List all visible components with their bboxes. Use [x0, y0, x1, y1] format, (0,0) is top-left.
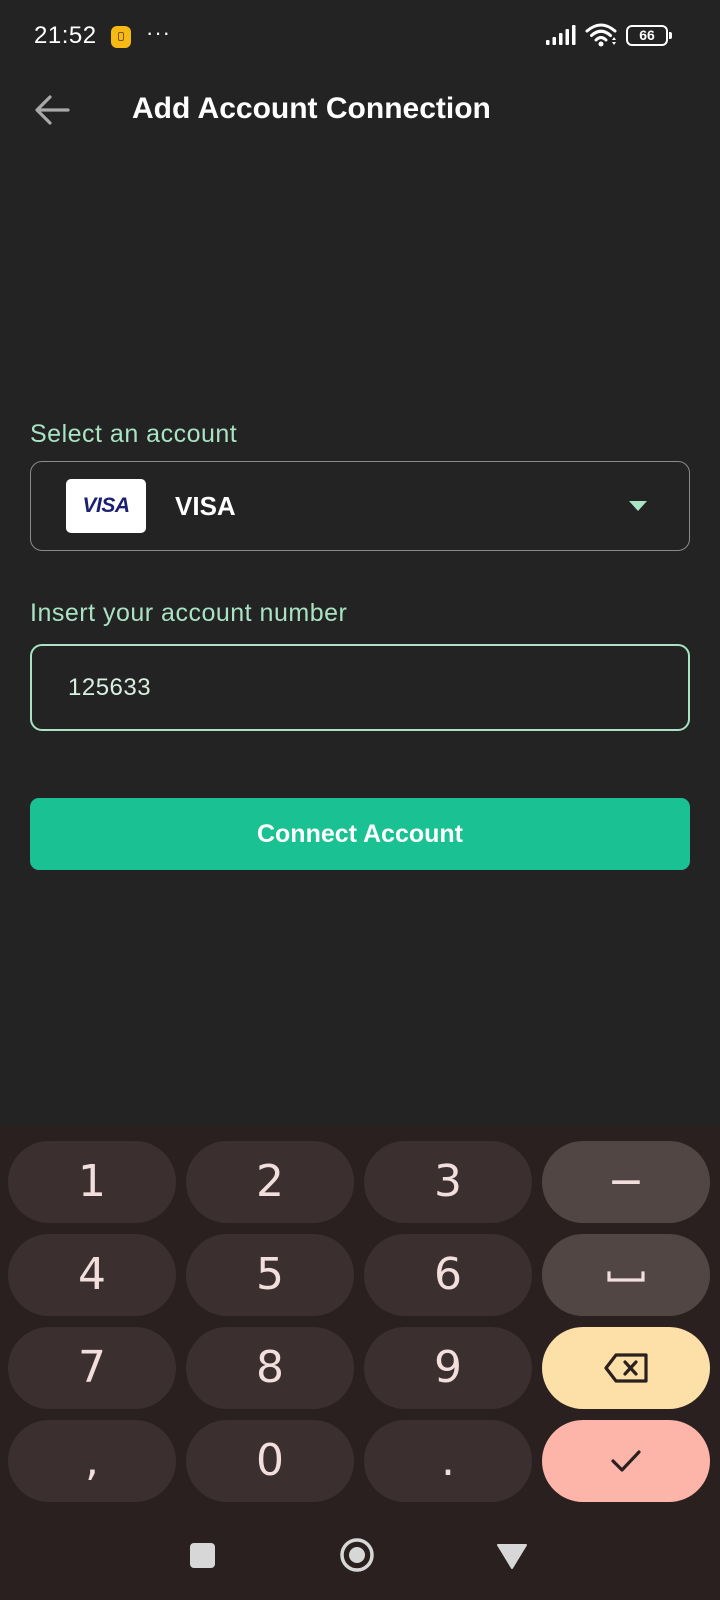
key-4[interactable]: 4	[8, 1234, 176, 1316]
key-9[interactable]: 9	[364, 1327, 532, 1409]
key-period[interactable]: .	[364, 1420, 532, 1502]
status-time: 21:52	[34, 22, 97, 49]
home-circle-icon[interactable]	[340, 1538, 374, 1572]
select-account-label: Select an account	[30, 420, 238, 448]
check-icon	[611, 1450, 641, 1472]
app-bar: Add Account Connection	[0, 72, 720, 152]
key-3[interactable]: 3	[364, 1141, 532, 1223]
recents-square-icon[interactable]	[190, 1543, 215, 1568]
wifi-icon	[585, 23, 617, 47]
space-icon	[607, 1271, 645, 1282]
status-bar: 21:52 ··· 66	[0, 0, 720, 72]
key-2[interactable]: 2	[186, 1141, 354, 1223]
key-minus[interactable]: −	[542, 1141, 710, 1223]
backspace-icon	[604, 1353, 648, 1383]
more-notifications-icon: ···	[146, 20, 171, 45]
key-6[interactable]: 6	[364, 1234, 532, 1316]
back-triangle-icon[interactable]	[497, 1543, 527, 1569]
enter-key[interactable]	[542, 1420, 710, 1502]
system-nav-bar	[0, 1500, 720, 1600]
space-key[interactable]	[542, 1234, 710, 1316]
key-1[interactable]: 1	[8, 1141, 176, 1223]
notification-app-icon	[111, 26, 131, 48]
page-title: Add Account Connection	[132, 92, 491, 125]
account-select-dropdown[interactable]: VISA VISA	[30, 461, 690, 551]
key-7[interactable]: 7	[8, 1327, 176, 1409]
back-arrow-icon[interactable]	[28, 86, 76, 134]
signal-icon	[546, 25, 576, 45]
battery-level: 66	[639, 27, 655, 43]
key-comma[interactable]: ,	[8, 1420, 176, 1502]
key-8[interactable]: 8	[186, 1327, 354, 1409]
key-5[interactable]: 5	[186, 1234, 354, 1316]
visa-logo: VISA	[66, 479, 146, 533]
backspace-key[interactable]	[542, 1327, 710, 1409]
account-number-label: Insert your account number	[30, 599, 348, 627]
key-0[interactable]: 0	[186, 1420, 354, 1502]
battery-icon: 66	[626, 25, 672, 46]
connect-account-button[interactable]: Connect Account	[30, 798, 690, 870]
dropdown-arrow-icon	[629, 501, 647, 511]
selected-account-value: VISA	[175, 491, 236, 521]
account-number-input[interactable]	[30, 644, 690, 731]
